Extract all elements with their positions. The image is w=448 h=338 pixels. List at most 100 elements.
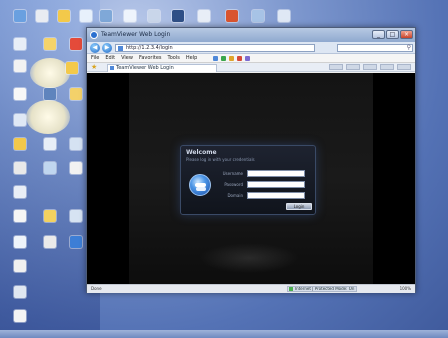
desktop-icon[interactable] — [252, 10, 264, 22]
feeds-button[interactable] — [346, 64, 360, 70]
desktop-icon[interactable] — [70, 210, 82, 222]
back-icon[interactable]: ◀ — [90, 43, 100, 53]
close-button[interactable]: × — [400, 30, 413, 39]
desktop-icon[interactable] — [14, 310, 26, 322]
desktop-icon[interactable] — [100, 10, 112, 22]
browser-window[interactable]: TeamViewer Web Login _ □ × ◀ ▶ http://1.… — [86, 27, 416, 293]
username-input[interactable] — [247, 170, 305, 177]
desktop-icon[interactable] — [278, 10, 290, 22]
menu-view[interactable]: View — [121, 54, 133, 62]
desktop-icon[interactable] — [172, 10, 184, 22]
print-button[interactable] — [363, 64, 377, 70]
tab-active[interactable]: TeamViewer Web Login — [107, 64, 217, 72]
desktop-icon[interactable] — [124, 10, 136, 22]
minimize-button[interactable]: _ — [372, 30, 385, 39]
search-icon[interactable]: ⚲ — [407, 44, 411, 51]
login-subtitle: Please log in with your credentials — [186, 157, 255, 162]
login-panel: Welcome Please log in with your credenti… — [180, 145, 316, 215]
desktop-icon[interactable] — [44, 210, 56, 222]
desktop-icon[interactable] — [14, 60, 26, 72]
toolbar-icon[interactable] — [237, 55, 243, 61]
desktop-icon[interactable] — [70, 138, 82, 150]
desktop-icon[interactable] — [14, 210, 26, 222]
desktop-icon[interactable] — [14, 138, 26, 150]
menu-help[interactable]: Help — [186, 54, 197, 62]
desktop-icon[interactable] — [44, 38, 56, 50]
status-bar: Done Internet | Protected Mode: On 100% — [87, 284, 415, 293]
desktop-icon[interactable] — [14, 286, 26, 298]
desktop-icon[interactable] — [226, 10, 238, 22]
window-controls: _ □ × — [372, 30, 413, 39]
desktop-icon[interactable] — [44, 162, 56, 174]
toolbar-icon[interactable] — [213, 55, 219, 61]
page-content: Welcome Please log in with your credenti… — [87, 73, 415, 284]
search-input[interactable]: ⚲ — [337, 44, 413, 52]
toolbar-icon[interactable] — [229, 55, 235, 61]
desktop-icon[interactable] — [14, 162, 26, 174]
username-label: Username — [222, 171, 243, 176]
desktop-icon[interactable] — [80, 10, 92, 22]
desktop-icon[interactable] — [70, 236, 82, 248]
menu-tools[interactable]: Tools — [168, 54, 180, 62]
menu-favorites[interactable]: Favorites — [139, 54, 162, 62]
browser-logo-icon — [90, 31, 98, 39]
window-titlebar[interactable]: TeamViewer Web Login _ □ × — [87, 28, 415, 42]
maximize-button[interactable]: □ — [386, 30, 399, 39]
desktop-icon[interactable] — [14, 236, 26, 248]
desktop-icon[interactable] — [14, 186, 26, 198]
desktop-icon[interactable] — [44, 88, 56, 100]
toolbar-extras — [213, 55, 251, 61]
desktop-icon[interactable] — [14, 38, 26, 50]
page-icon — [118, 46, 123, 51]
desktop-icon[interactable] — [148, 10, 160, 22]
security-zone[interactable]: Internet | Protected Mode: On — [287, 286, 357, 292]
desktop-icon[interactable] — [198, 10, 210, 22]
domain-input[interactable] — [247, 192, 305, 199]
desktop-wallpaper-highlight — [26, 100, 70, 134]
desktop-icon[interactable] — [44, 138, 56, 150]
address-bar: ◀ ▶ http://1.2.3.4/login ⚲ — [87, 42, 415, 54]
menu-file[interactable]: File — [91, 54, 99, 62]
zone-icon — [289, 287, 293, 291]
desktop-icon[interactable] — [70, 88, 82, 100]
password-label: Password — [224, 182, 243, 187]
command-bar — [329, 64, 411, 70]
favorites-star-icon[interactable]: ★ — [91, 63, 97, 71]
desktop-icon[interactable] — [36, 10, 48, 22]
home-button[interactable] — [329, 64, 343, 70]
desktop-icon[interactable] — [70, 162, 82, 174]
domain-label: Domain — [227, 193, 243, 198]
toolbar-icon[interactable] — [245, 55, 251, 61]
taskbar[interactable] — [0, 330, 448, 338]
forward-icon[interactable]: ▶ — [102, 43, 112, 53]
zone-text: Internet | Protected Mode: On — [295, 286, 355, 291]
login-title: Welcome — [186, 149, 217, 156]
desktop-icon[interactable] — [14, 88, 26, 100]
desktop-icon[interactable] — [44, 236, 56, 248]
desktop-icon[interactable] — [14, 10, 26, 22]
toolbar-icon[interactable] — [221, 55, 227, 61]
url-input[interactable]: http://1.2.3.4/login — [115, 44, 315, 52]
window-title: TeamViewer Web Login — [101, 31, 171, 38]
desktop-icon[interactable] — [58, 10, 70, 22]
password-input[interactable] — [247, 181, 305, 188]
logo-arrow-bottom — [196, 187, 206, 191]
tools-menu-button[interactable] — [397, 64, 411, 70]
stage-glow — [199, 243, 299, 273]
desktop-icon[interactable] — [66, 62, 78, 74]
menu-edit[interactable]: Edit — [105, 54, 115, 62]
desktop-icon[interactable] — [14, 114, 26, 126]
menu-bar: File Edit View Favorites Tools Help — [87, 54, 415, 63]
tab-title: TeamViewer Web Login — [116, 65, 174, 71]
desktop-icon[interactable] — [70, 38, 82, 50]
login-button[interactable]: Login — [286, 203, 312, 210]
zoom-level[interactable]: 100% — [400, 286, 411, 291]
login-logo-icon — [189, 174, 211, 196]
url-text: http://1.2.3.4/login — [126, 45, 173, 51]
desktop-wallpaper-highlight — [30, 58, 70, 88]
tab-bar: ★ TeamViewer Web Login — [87, 63, 415, 72]
status-text: Done — [91, 286, 102, 291]
tab-page-icon — [110, 66, 114, 70]
desktop-icon[interactable] — [14, 260, 26, 272]
page-menu-button[interactable] — [380, 64, 394, 70]
